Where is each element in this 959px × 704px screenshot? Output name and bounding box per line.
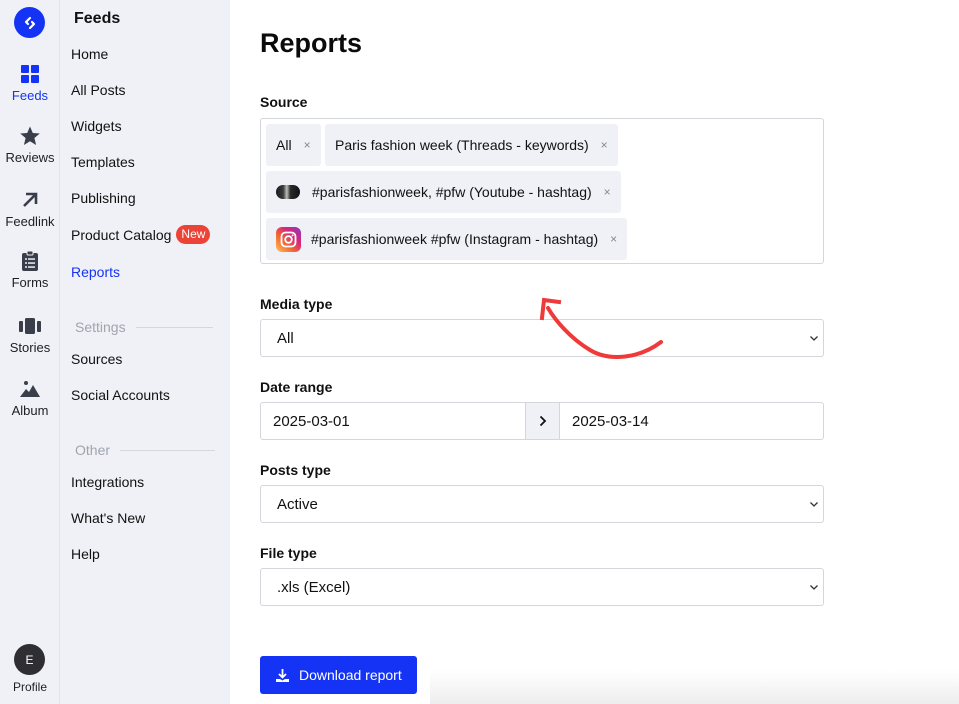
nav-item-social-accounts[interactable]: Social Accounts [71, 387, 170, 403]
rail-item-label: Forms [11, 275, 49, 290]
rail-item-feedlink[interactable]: Feedlink [0, 189, 60, 229]
clipboard-list-icon [22, 250, 38, 271]
source-chip: All × [266, 124, 321, 166]
section-label: Other [75, 442, 111, 458]
download-report-button[interactable]: Download report [260, 656, 417, 694]
select-value: .xls (Excel) [277, 578, 351, 596]
avatar-initial: E [25, 652, 34, 667]
nav-title: Feeds [74, 10, 121, 27]
profile-label[interactable]: Profile [0, 680, 60, 694]
icon-rail: Feeds Reviews Feedlink Forms Stories Alb… [0, 0, 60, 704]
arrow-up-right-icon [23, 192, 38, 207]
remove-chip-icon[interactable]: × [304, 138, 311, 152]
chip-label: All [276, 137, 292, 153]
date-range-separator [525, 403, 560, 439]
rail-item-label: Stories [9, 340, 51, 355]
section-other: Other [75, 442, 216, 458]
start-date-input[interactable]: 2025-03-01 [261, 403, 525, 439]
button-label: Download report [299, 667, 402, 683]
rail-item-feeds[interactable]: Feeds [0, 63, 60, 103]
main-content: Reports Source All × Paris fashion week … [230, 0, 959, 704]
nav-item-all-posts[interactable]: All Posts [71, 82, 125, 98]
annotation-arrow-icon [539, 297, 663, 359]
chip-label: #parisfashionweek, #pfw (Youtube - hasht… [312, 184, 592, 200]
download-icon [276, 668, 289, 682]
stories-icon [19, 318, 41, 334]
nav-item-home[interactable]: Home [71, 46, 108, 62]
star-icon [20, 126, 40, 145]
source-chip: #parisfashionweek, #pfw (Youtube - hasht… [266, 171, 621, 213]
posts-type-select[interactable]: Active [260, 485, 824, 523]
rail-item-label: Reviews [5, 150, 55, 165]
select-value: All [277, 329, 294, 347]
end-date-input[interactable]: 2025-03-14 [560, 403, 823, 439]
source-label: Source [260, 94, 308, 110]
nav-item-integrations[interactable]: Integrations [71, 474, 144, 490]
section-settings: Settings [75, 319, 213, 335]
nav-item-label: Product Catalog [71, 226, 172, 243]
rail-item-reviews[interactable]: Reviews [0, 125, 60, 165]
instagram-icon [276, 226, 301, 252]
source-chip: #parisfashionweek #pfw (Instagram - hash… [266, 218, 628, 260]
divider [135, 326, 213, 328]
nav-item-templates[interactable]: Templates [71, 154, 135, 170]
nav-item-reports[interactable]: Reports [71, 264, 120, 280]
posts-type-label: Posts type [260, 462, 331, 478]
remove-chip-icon[interactable]: × [610, 232, 617, 246]
rail-item-label: Feedlink [5, 214, 55, 229]
secondary-nav: Feeds Home All Posts Widgets Templates P… [60, 0, 230, 704]
source-multiselect[interactable]: All × Paris fashion week (Threads - keyw… [260, 118, 824, 264]
chevron-down-icon [810, 336, 818, 341]
page-title: Reports [260, 28, 363, 58]
nav-item-product-catalog[interactable]: Product Catalog New [71, 225, 211, 244]
remove-chip-icon[interactable]: × [604, 185, 611, 199]
chip-label: Paris fashion week (Threads - keywords) [335, 137, 589, 153]
new-badge: New [176, 225, 211, 244]
section-label: Settings [75, 319, 126, 335]
source-chip: Paris fashion week (Threads - keywords) … [325, 124, 618, 166]
media-type-label: Media type [260, 296, 333, 312]
nav-item-help[interactable]: Help [71, 546, 100, 562]
avatar[interactable]: E [14, 644, 45, 675]
rail-item-album[interactable]: Album [0, 378, 60, 418]
rail-item-label: Album [11, 403, 49, 418]
file-type-select[interactable]: .xls (Excel) [260, 568, 824, 606]
grid-icon [21, 65, 39, 83]
nav-item-widgets[interactable]: Widgets [71, 118, 122, 134]
bottom-fade [430, 670, 959, 704]
rail-item-forms[interactable]: Forms [0, 250, 60, 290]
rail-item-stories[interactable]: Stories [0, 315, 60, 355]
divider [120, 449, 216, 451]
chip-label: #parisfashionweek #pfw (Instagram - hash… [311, 231, 599, 247]
nav-item-publishing[interactable]: Publishing [71, 190, 136, 206]
chevron-down-icon [810, 585, 818, 590]
nav-item-whats-new[interactable]: What's New [71, 510, 145, 526]
nav-item-sources[interactable]: Sources [71, 351, 122, 367]
date-range-picker: 2025-03-01 2025-03-14 [260, 402, 824, 440]
youtube-thumbnail-icon [276, 185, 300, 199]
remove-chip-icon[interactable]: × [601, 138, 608, 152]
date-range-label: Date range [260, 379, 333, 395]
chevron-right-icon [539, 415, 546, 427]
rail-item-label: Feeds [11, 88, 49, 103]
chevron-down-icon [810, 502, 818, 507]
select-value: Active [277, 495, 318, 513]
file-type-label: File type [260, 545, 317, 561]
image-icon [20, 381, 40, 397]
brand-logo-icon[interactable] [14, 7, 45, 38]
